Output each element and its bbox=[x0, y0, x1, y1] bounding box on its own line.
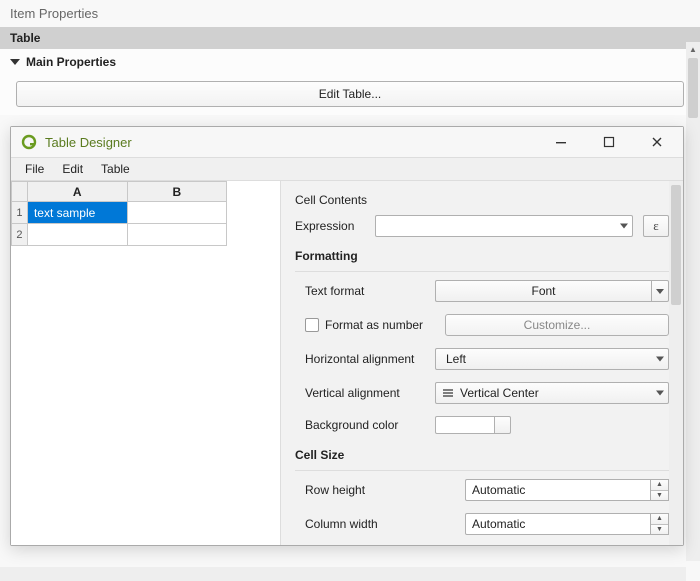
maximize-icon bbox=[603, 136, 615, 148]
scroll-thumb[interactable] bbox=[688, 58, 698, 118]
main-properties-toggle[interactable]: Main Properties bbox=[10, 55, 690, 69]
minimize-icon bbox=[555, 136, 567, 148]
col-header-a[interactable]: A bbox=[27, 182, 127, 202]
column-width-label: Column width bbox=[305, 517, 455, 531]
qgis-app-icon bbox=[21, 134, 37, 150]
chevron-down-icon bbox=[656, 357, 664, 362]
step-down-icon[interactable]: ▼ bbox=[651, 491, 668, 501]
font-button-label: Font bbox=[531, 284, 555, 298]
h-align-select[interactable]: Left bbox=[435, 348, 669, 370]
expression-input[interactable] bbox=[375, 215, 633, 237]
column-width-value: Automatic bbox=[472, 517, 525, 531]
menu-edit[interactable]: Edit bbox=[54, 160, 91, 178]
menu-file[interactable]: File bbox=[17, 160, 52, 178]
spreadsheet-grid[interactable]: A B 1 text sample 2 bbox=[11, 181, 281, 545]
col-header-b[interactable]: B bbox=[127, 182, 226, 202]
cell-a2[interactable] bbox=[27, 224, 127, 246]
cell-contents-title: Cell Contents bbox=[295, 193, 669, 207]
step-up-icon[interactable]: ▲ bbox=[651, 514, 668, 525]
minimize-button[interactable] bbox=[541, 130, 581, 154]
cell-b2[interactable] bbox=[127, 224, 226, 246]
scroll-up-icon[interactable]: ▲ bbox=[686, 42, 700, 56]
row-height-stepper[interactable]: ▲ ▼ bbox=[651, 479, 669, 501]
font-button[interactable]: Font bbox=[435, 280, 669, 302]
chevron-down-icon bbox=[656, 289, 664, 294]
close-icon bbox=[651, 136, 663, 148]
v-align-select[interactable]: Vertical Center bbox=[435, 382, 669, 404]
grid-row: 1 text sample bbox=[12, 202, 227, 224]
table-designer-dialog: Table Designer File Edit Table bbox=[10, 126, 684, 546]
dialog-titlebar[interactable]: Table Designer bbox=[11, 127, 683, 157]
h-align-value: Left bbox=[446, 352, 466, 366]
vertical-center-icon bbox=[442, 387, 454, 399]
form-vertical-scrollbar[interactable] bbox=[669, 181, 683, 545]
panel-vertical-scrollbar[interactable]: ▲ bbox=[686, 42, 700, 561]
column-width-input[interactable]: Automatic bbox=[465, 513, 651, 535]
edit-table-button[interactable]: Edit Table... bbox=[16, 81, 684, 107]
panel-horizontal-scrollbar[interactable] bbox=[0, 567, 686, 581]
panel-title: Item Properties bbox=[0, 0, 700, 27]
chevron-down-icon bbox=[656, 391, 664, 396]
dialog-menubar: File Edit Table bbox=[11, 157, 683, 181]
divider bbox=[295, 271, 669, 272]
scroll-thumb[interactable] bbox=[671, 185, 681, 305]
format-as-number-checkbox[interactable] bbox=[305, 318, 319, 332]
font-dropdown-button[interactable] bbox=[651, 280, 669, 302]
maximize-button[interactable] bbox=[589, 130, 629, 154]
customize-label: Customize... bbox=[524, 318, 591, 332]
v-align-value: Vertical Center bbox=[460, 386, 539, 400]
grid-corner[interactable] bbox=[12, 182, 28, 202]
customize-button[interactable]: Customize... bbox=[445, 314, 669, 336]
bg-color-label: Background color bbox=[305, 418, 425, 432]
menu-table[interactable]: Table bbox=[93, 160, 138, 178]
epsilon-icon: ε bbox=[653, 218, 658, 234]
divider bbox=[295, 470, 669, 471]
cell-properties-form: Cell Contents Expression ε Formatting Te… bbox=[281, 181, 683, 545]
text-format-label: Text format bbox=[305, 284, 425, 298]
cell-size-title: Cell Size bbox=[295, 448, 669, 462]
close-button[interactable] bbox=[637, 130, 677, 154]
column-width-stepper[interactable]: ▲ ▼ bbox=[651, 513, 669, 535]
format-as-number-label: Format as number bbox=[325, 318, 423, 332]
v-align-label: Vertical alignment bbox=[305, 386, 425, 400]
color-dropdown-button[interactable] bbox=[495, 416, 511, 434]
row-header-2[interactable]: 2 bbox=[12, 224, 28, 246]
chevron-down-icon bbox=[10, 59, 20, 65]
color-swatch[interactable] bbox=[435, 416, 495, 434]
h-align-label: Horizontal alignment bbox=[305, 352, 425, 366]
formatting-title: Formatting bbox=[295, 249, 669, 263]
row-height-label: Row height bbox=[305, 483, 455, 497]
grid-row: 2 bbox=[12, 224, 227, 246]
step-up-icon[interactable]: ▲ bbox=[651, 480, 668, 491]
row-header-1[interactable]: 1 bbox=[12, 202, 28, 224]
row-height-input[interactable]: Automatic bbox=[465, 479, 651, 501]
edit-table-label: Edit Table... bbox=[319, 87, 381, 101]
cell-b1[interactable] bbox=[127, 202, 226, 224]
main-properties-heading: Main Properties bbox=[26, 55, 116, 69]
row-height-value: Automatic bbox=[472, 483, 525, 497]
chevron-down-icon bbox=[620, 224, 628, 229]
expression-label: Expression bbox=[295, 219, 365, 233]
item-properties-panel: Item Properties Table Main Properties Ed… bbox=[0, 0, 700, 581]
step-down-icon[interactable]: ▼ bbox=[651, 525, 668, 535]
section-table-header[interactable]: Table bbox=[0, 27, 700, 49]
bg-color-picker[interactable] bbox=[435, 416, 511, 434]
expression-builder-button[interactable]: ε bbox=[643, 215, 669, 237]
dialog-title: Table Designer bbox=[45, 135, 533, 150]
cell-a1[interactable]: text sample bbox=[27, 202, 127, 224]
dialog-body: A B 1 text sample 2 bbox=[11, 181, 683, 545]
main-properties-section: Main Properties Edit Table... bbox=[0, 49, 700, 115]
